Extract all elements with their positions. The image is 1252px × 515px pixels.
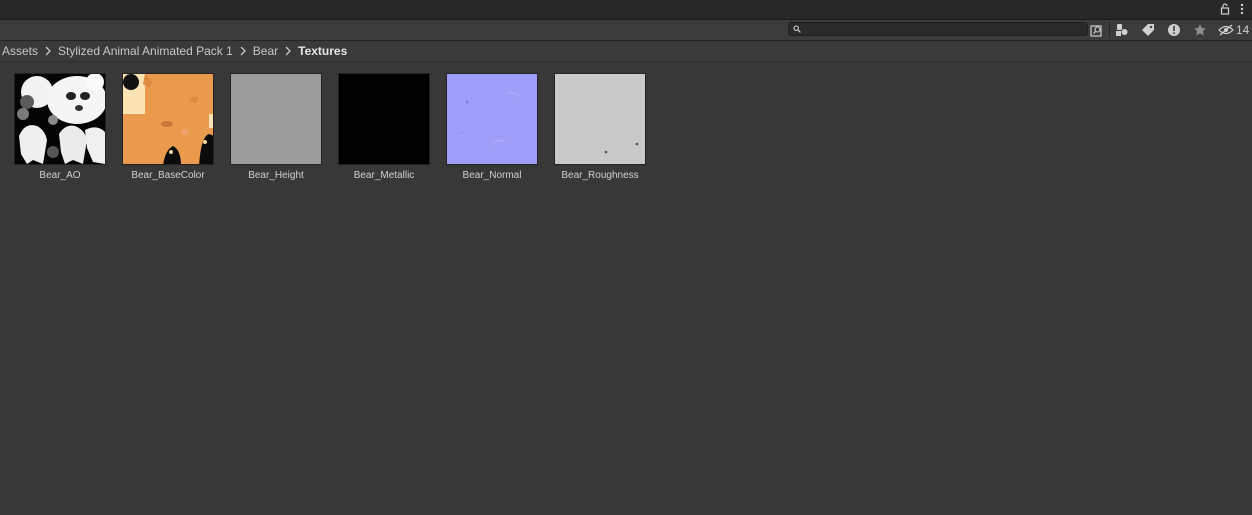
texture-thumbnail (122, 73, 214, 165)
scene-filter-button[interactable] (1111, 21, 1133, 39)
label-filter-button[interactable] (1137, 21, 1159, 39)
texture-thumbnail (338, 73, 430, 165)
texture-thumbnail (230, 73, 322, 165)
asset-tile-bear-ao[interactable]: Bear_AO (6, 73, 114, 185)
breadcrumb: Assets Stylized Animal Animated Pack 1 B… (0, 41, 1252, 62)
chevron-right-icon (240, 46, 246, 56)
favorite-star-icon (1194, 24, 1206, 36)
breadcrumb-item-pack[interactable]: Stylized Animal Animated Pack 1 (56, 44, 233, 58)
asset-tile-bear-metallic[interactable]: Bear_Metallic (330, 73, 438, 185)
search-icon (793, 25, 801, 33)
breadcrumb-item-textures[interactable]: Textures (296, 44, 347, 58)
asset-tile-bear-height[interactable]: Bear_Height (222, 73, 330, 185)
breadcrumb-item-assets[interactable]: Assets (0, 44, 38, 58)
asset-name: Bear_Height (248, 170, 304, 181)
asset-tile-bear-basecolor[interactable]: Bear_BaseColor (114, 73, 222, 185)
warning-filter-icon (1168, 24, 1180, 36)
toolbar-separator (1109, 22, 1110, 38)
asset-name: Bear_Metallic (353, 170, 415, 181)
search-field[interactable] (788, 22, 1088, 36)
window-title-bar (0, 0, 1252, 20)
asset-name: Bear_BaseColor (131, 170, 205, 181)
asset-name: Bear_Roughness (561, 170, 639, 181)
chevron-right-icon (45, 46, 51, 56)
chevron-right-icon (285, 46, 292, 56)
texture-thumbnail (14, 73, 106, 165)
asset-name: Bear_Normal (462, 170, 522, 181)
favorite-button[interactable] (1189, 21, 1211, 39)
asset-name: Bear_AO (39, 170, 81, 181)
hidden-eye-icon (1218, 24, 1234, 36)
hidden-packages-toggle[interactable]: 14 (1218, 22, 1249, 38)
search-input[interactable] (803, 23, 1083, 35)
scene-filter-icon (1116, 24, 1128, 36)
breadcrumb-item-bear[interactable]: Bear (251, 44, 278, 58)
texture-thumbnail (446, 73, 538, 165)
search-by-type-button[interactable] (1086, 21, 1108, 39)
hidden-count: 14 (1236, 23, 1250, 37)
warning-filter-button[interactable] (1163, 21, 1185, 39)
texture-thumbnail (554, 73, 646, 165)
search-by-type-icon (1090, 25, 1102, 37)
kebab-menu-icon[interactable] (1238, 3, 1246, 15)
asset-tile-bear-normal[interactable]: Bear_Normal (438, 73, 546, 185)
project-toolbar: 14 (0, 20, 1252, 41)
asset-tile-bear-roughness[interactable]: Bear_Roughness (546, 73, 654, 185)
lock-icon[interactable] (1220, 3, 1230, 15)
label-filter-icon (1142, 24, 1154, 36)
